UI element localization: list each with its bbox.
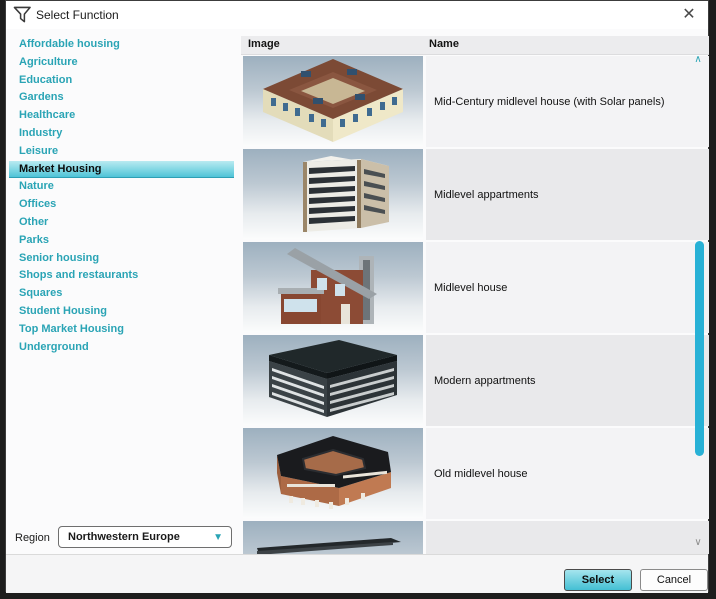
sidebar-item-gardens[interactable]: Gardens <box>9 89 234 107</box>
title-bar: Select Function ✕ <box>6 1 708 29</box>
hexagon-courtyard-building-icon <box>243 428 423 518</box>
select-button[interactable]: Select <box>564 569 632 591</box>
funnel-filter-icon <box>13 6 32 24</box>
sidebar-item-top-market-housing[interactable]: Top Market Housing <box>9 321 234 339</box>
sidebar-item-market-housing[interactable]: Market Housing <box>9 161 234 179</box>
table-row[interactable]: Mid-Century midlevel house (with Solar p… <box>241 56 709 147</box>
window-title: Select Function <box>36 8 119 22</box>
table-row[interactable]: Old midlevel house <box>241 428 709 519</box>
sidebar-item-parks[interactable]: Parks <box>9 232 234 250</box>
sidebar-item-shops-and-restaurants[interactable]: Shops and restaurants <box>9 267 234 285</box>
sidebar-item-label: Healthcare <box>19 109 75 121</box>
table-row[interactable]: Midlevel house <box>241 242 709 333</box>
sidebar-item-squares[interactable]: Squares <box>9 285 234 303</box>
sidebar-item-industry[interactable]: Industry <box>9 125 234 143</box>
sidebar-item-label: Parks <box>19 234 49 246</box>
sidebar-item-label: Market Housing <box>19 163 102 175</box>
building-thumbnail <box>243 149 423 239</box>
building-thumbnail <box>243 56 423 146</box>
region-dropdown[interactable]: Northwestern Europe ▼ <box>58 526 232 548</box>
building-thumbnail <box>243 242 423 332</box>
table-row[interactable]: Midlevel appartments <box>241 149 709 240</box>
building-name: Modern appartments <box>426 375 536 387</box>
sidebar-item-label: Offices <box>19 198 56 210</box>
select-function-dialog: Select Function ✕ Affordable housing Agr… <box>5 0 709 592</box>
sidebar-item-affordable-housing[interactable]: Affordable housing <box>9 36 234 54</box>
courtyard-square-building-icon <box>243 56 423 146</box>
table-row[interactable]: Modern appartments <box>241 335 709 426</box>
column-header-name: Name <box>429 38 459 50</box>
table-header: Image Name <box>241 36 709 55</box>
sidebar-item-label: Leisure <box>19 145 58 157</box>
building-name: Mid-Century midlevel house (with Solar p… <box>426 96 664 108</box>
region-label: Region <box>15 532 50 544</box>
sidebar-item-label: Education <box>19 74 72 86</box>
apartment-tower-icon <box>243 149 423 239</box>
sidebar-item-label: Other <box>19 216 48 228</box>
sidebar-item-label: Nature <box>19 180 54 192</box>
building-thumbnail <box>243 335 423 425</box>
sidebar-item-label: Shops and restaurants <box>19 269 138 281</box>
sidebar-item-label: Squares <box>19 287 62 299</box>
scroll-down-icon[interactable]: ∨ <box>690 537 706 549</box>
chevron-down-icon: ▼ <box>213 532 223 543</box>
sidebar-item-offices[interactable]: Offices <box>9 196 234 214</box>
sidebar-item-other[interactable]: Other <box>9 214 234 232</box>
sidebar-item-label: Top Market Housing <box>19 323 124 335</box>
sidebar-item-education[interactable]: Education <box>9 72 234 90</box>
building-thumbnail <box>243 521 423 554</box>
sidebar-item-agriculture[interactable]: Agriculture <box>9 54 234 72</box>
sidebar-item-label: Senior housing <box>19 252 99 264</box>
function-list: Mid-Century midlevel house (with Solar p… <box>241 56 709 554</box>
building-name: Midlevel appartments <box>426 189 539 201</box>
category-sidebar: Affordable housing Agriculture Education… <box>9 36 234 356</box>
sidebar-item-senior-housing[interactable]: Senior housing <box>9 250 234 268</box>
building-thumbnail <box>243 428 423 518</box>
sidebar-item-student-housing[interactable]: Student Housing <box>9 303 234 321</box>
building-name: Old midlevel house <box>426 468 528 480</box>
sidebar-item-label: Agriculture <box>19 56 78 68</box>
sidebar-item-label: Student Housing <box>19 305 107 317</box>
sidebar-item-leisure[interactable]: Leisure <box>9 143 234 161</box>
modern-apartment-block-icon <box>243 335 423 425</box>
table-row[interactable] <box>241 521 709 554</box>
building-name: Midlevel house <box>426 282 507 294</box>
scroll-up-icon[interactable]: ∧ <box>690 54 706 66</box>
partial-building-icon <box>243 521 423 554</box>
sidebar-item-nature[interactable]: Nature <box>9 178 234 196</box>
sidebar-item-label: Underground <box>19 341 89 353</box>
sidebar-item-label: Gardens <box>19 91 64 103</box>
dialog-footer: Select Cancel <box>6 554 708 593</box>
column-header-image: Image <box>248 38 280 50</box>
close-icon[interactable]: ✕ <box>679 5 699 25</box>
sidebar-item-label: Industry <box>19 127 62 139</box>
scrollbar-thumb[interactable] <box>695 241 704 456</box>
region-selected-value: Northwestern Europe <box>68 531 180 543</box>
cancel-button[interactable]: Cancel <box>640 569 708 591</box>
sidebar-item-healthcare[interactable]: Healthcare <box>9 107 234 125</box>
sidebar-item-underground[interactable]: Underground <box>9 339 234 357</box>
sidebar-item-label: Affordable housing <box>19 38 120 50</box>
brick-house-icon <box>243 242 423 332</box>
